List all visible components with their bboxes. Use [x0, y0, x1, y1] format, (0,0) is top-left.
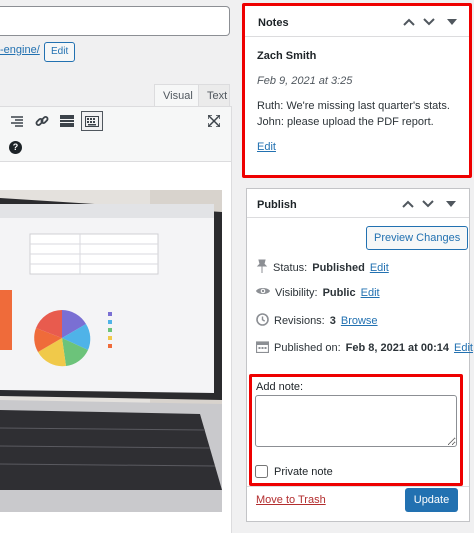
published-value: Feb 8, 2021 at 00:14 — [345, 342, 450, 354]
edit-slug-button[interactable]: Edit — [44, 42, 76, 62]
revisions-value: 3 — [329, 315, 336, 327]
published-edit-link[interactable]: Edit — [454, 342, 473, 354]
revisions-row: Revisions: 3 Browse — [256, 313, 378, 329]
add-note-label: Add note: — [256, 381, 304, 393]
status-value: Published — [312, 261, 365, 274]
note-line-1: Ruth: We're missing last quarter's stats… — [257, 100, 450, 112]
private-note-checkbox[interactable] — [255, 465, 268, 478]
fullscreen-icon[interactable] — [203, 111, 225, 131]
note-line-2: John: please upload the PDF report. — [257, 116, 434, 128]
notes-title: Notes — [258, 17, 289, 29]
published-label: Published on: — [274, 342, 341, 354]
status-row: Status: Published Edit — [256, 259, 389, 276]
visibility-row: Visibility: Public Edit — [256, 286, 380, 299]
publish-title: Publish — [257, 199, 297, 211]
readmore-icon[interactable] — [56, 111, 78, 131]
published-on-row: Published on: Feb 8, 2021 at 00:14 Edit — [255, 340, 473, 356]
permalink-link[interactable]: -engine/ — [0, 44, 40, 56]
visibility-value: Public — [322, 286, 356, 299]
revisions-browse-link[interactable]: Browse — [341, 315, 378, 327]
revisions-label: Revisions: — [274, 315, 325, 327]
note-author: Zach Smith — [257, 50, 317, 62]
editor-toolbar: ? — [0, 106, 232, 162]
keyboard-icon[interactable] — [81, 111, 103, 131]
move-to-trash-link[interactable]: Move to Trash — [256, 494, 326, 506]
chevron-down-icon[interactable] — [422, 15, 436, 29]
link-icon[interactable] — [31, 111, 53, 131]
laptop-photo — [0, 190, 222, 512]
post-title-input[interactable] — [0, 6, 230, 36]
preview-changes-button[interactable]: Preview Changes — [366, 226, 469, 250]
tab-visual[interactable]: Visual — [154, 84, 202, 106]
note-edit-link[interactable]: Edit — [257, 141, 276, 153]
calendar-icon — [255, 340, 270, 356]
add-note-textarea[interactable] — [255, 395, 457, 447]
visibility-edit-link[interactable]: Edit — [361, 287, 380, 299]
private-note-label: Private note — [274, 466, 333, 478]
update-button[interactable]: Update — [405, 488, 458, 512]
chevron-up-icon[interactable] — [401, 197, 415, 211]
status-label: Status: — [273, 261, 308, 274]
eye-icon — [256, 286, 270, 299]
tab-text[interactable]: Text — [198, 84, 230, 106]
caret-down-icon[interactable] — [445, 15, 459, 29]
status-edit-link[interactable]: Edit — [370, 262, 389, 274]
caret-down-icon[interactable] — [444, 197, 458, 211]
notes-panel: Notes Zach Smith Feb 9, 2021 at 3:25 Rut… — [242, 3, 472, 178]
chevron-up-icon[interactable] — [402, 15, 416, 29]
note-date: Feb 9, 2021 at 3:25 — [257, 75, 353, 87]
history-icon — [256, 313, 269, 329]
pin-icon — [256, 259, 268, 276]
align-icon[interactable] — [6, 111, 28, 131]
visibility-label: Visibility: — [275, 286, 318, 299]
help-icon[interactable]: ? — [9, 141, 22, 154]
chevron-down-icon[interactable] — [421, 197, 435, 211]
